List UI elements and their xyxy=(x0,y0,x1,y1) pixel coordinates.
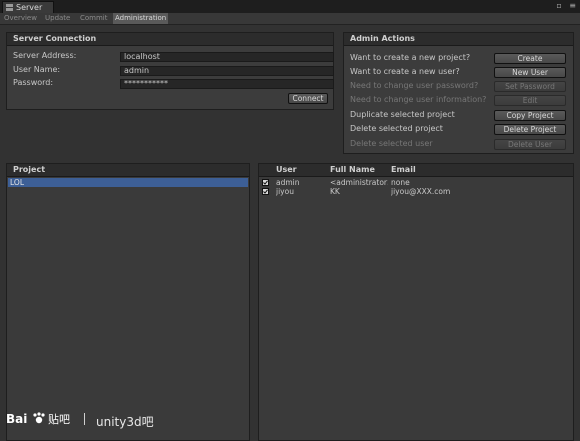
admin-actions-title: Admin Actions xyxy=(344,33,573,46)
checkmark-icon xyxy=(263,180,268,185)
delete-project-button[interactable]: Delete Project xyxy=(494,124,566,135)
user-name-cell: jiyou xyxy=(276,187,294,196)
tab-update[interactable]: Update xyxy=(43,13,72,24)
project-row-selected[interactable]: LOL xyxy=(8,178,248,187)
window-title: Server xyxy=(16,3,43,12)
duplicate-project-label: Duplicate selected project xyxy=(350,110,455,119)
admin-actions-panel: Admin Actions Want to create a new proje… xyxy=(343,32,574,154)
server-icon xyxy=(6,4,13,11)
delete-user-label: Delete selected user xyxy=(350,139,433,148)
server-address-label: Server Address: xyxy=(13,51,77,60)
set-password-button[interactable]: Set Password xyxy=(494,81,566,92)
create-user-label: Want to create a new user? xyxy=(350,67,460,76)
user-checkbox[interactable] xyxy=(262,188,269,195)
baidu-watermark: Bai 贴吧 unity3d吧 xyxy=(6,410,154,429)
change-user-info-label: Need to change user information? xyxy=(350,95,487,104)
email-cell: none xyxy=(391,178,410,187)
user-name-cell: admin xyxy=(276,178,300,187)
password-label: Password: xyxy=(13,78,54,87)
edit-button[interactable]: Edit xyxy=(494,95,566,106)
email-column-header[interactable]: Email xyxy=(391,164,416,176)
user-column-header[interactable]: User xyxy=(276,164,297,176)
delete-user-button[interactable]: Delete User xyxy=(494,139,566,150)
user-row[interactable]: admin <administrator> none xyxy=(259,178,573,187)
pin-icon[interactable]: ▫ xyxy=(556,1,561,10)
window-titlebar: Server ▫ ≡ xyxy=(0,0,580,13)
project-list: LOL xyxy=(7,177,249,440)
svg-text:贴吧: 贴吧 xyxy=(48,412,70,426)
full-name-cell: <administrator> xyxy=(330,178,388,187)
server-connection-panel: Server Connection Server Address: localh… xyxy=(6,32,334,110)
delete-project-label: Delete selected project xyxy=(350,124,443,133)
full-name-column-header[interactable]: Full Name xyxy=(330,164,375,176)
checkmark-icon xyxy=(263,189,268,194)
toolbar: Overview Update Commit Administration xyxy=(0,13,580,25)
password-field[interactable]: *********** xyxy=(120,79,334,89)
new-user-button[interactable]: New User xyxy=(494,67,566,78)
change-password-label: Need to change user password? xyxy=(350,81,479,90)
menu-icon[interactable]: ≡ xyxy=(569,1,576,10)
server-connection-title: Server Connection xyxy=(7,33,333,46)
project-list-panel: Project LOL xyxy=(6,163,250,441)
full-name-cell: KK xyxy=(330,187,340,196)
project-column-header: Project xyxy=(7,164,249,177)
server-address-field[interactable]: localhost xyxy=(120,52,334,62)
svg-text:Bai: Bai xyxy=(6,412,27,426)
tab-commit[interactable]: Commit xyxy=(78,13,110,24)
user-name-field[interactable]: admin xyxy=(120,66,334,76)
create-project-label: Want to create a new project? xyxy=(350,53,471,62)
connect-button[interactable]: Connect xyxy=(288,93,328,104)
tab-administration[interactable]: Administration xyxy=(113,13,169,24)
create-button[interactable]: Create xyxy=(494,53,566,64)
watermark-text: unity3d吧 xyxy=(96,415,154,429)
users-list: admin <administrator> none jiyou KK jiyo… xyxy=(259,177,573,440)
users-table-header: User Full Name Email xyxy=(259,164,573,177)
user-name-label: User Name: xyxy=(13,65,61,74)
copy-project-button[interactable]: Copy Project xyxy=(494,110,566,121)
user-checkbox[interactable] xyxy=(262,179,269,186)
email-cell: jiyou@XXX.com xyxy=(391,187,451,196)
users-panel: User Full Name Email admin <administrato… xyxy=(258,163,574,441)
tab-overview[interactable]: Overview xyxy=(2,13,39,24)
window-tab[interactable]: Server xyxy=(2,1,54,13)
baidu-tieba-logo: Bai 贴吧 xyxy=(6,412,85,426)
user-row[interactable]: jiyou KK jiyou@XXX.com xyxy=(259,187,573,196)
